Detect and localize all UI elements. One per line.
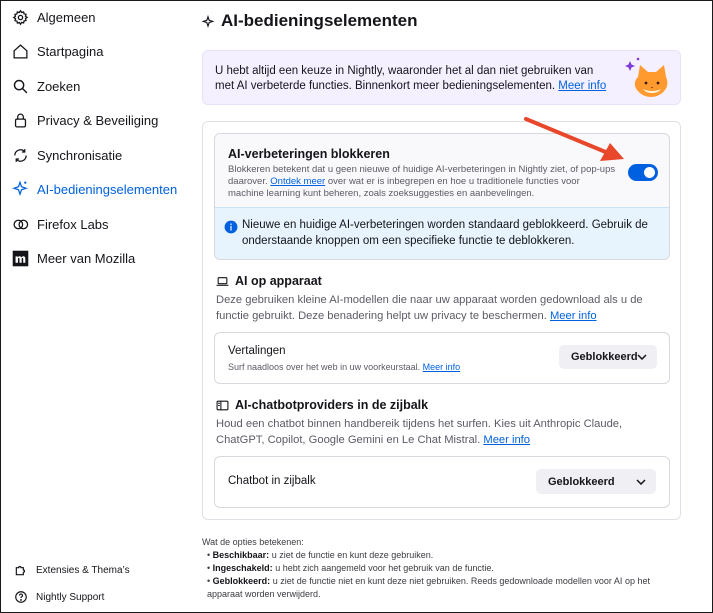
flask-icon [11,215,29,233]
settings-card: AI-verbeteringen blokkeren Blokkeren bet… [202,121,681,520]
fox-mascot-image [624,55,672,103]
section-desc-text: Houd een chatbot binnen handbereik tijde… [216,418,623,446]
legend-item: • Geblokkeerd: u ziet de functie niet en… [207,576,650,599]
translations-sublabel: Surf naadloos over het web in uw voorkeu… [228,362,460,372]
legend-term: Ingeschakeld: [212,563,273,573]
legend-intro: Wat de opties betekenen: [202,537,304,547]
sidebar-footer-label: Nightly Support [36,591,105,603]
sidebar-item-startpagina[interactable]: Startpagina [11,38,104,64]
section-chatbot-description: Houd een chatbot binnen handbereik tijde… [216,416,671,448]
sidebar-item-meer-van-mozilla[interactable]: Meer van Mozilla [11,245,135,271]
sync-icon [11,146,29,164]
legend-item: • Beschikbaar: u ziet de functie en kunt… [207,550,434,560]
sidebar-item-privacy[interactable]: Privacy & Beveiliging [11,107,158,133]
chevron-down-icon [636,478,646,485]
lock-icon [11,111,29,129]
sidebar-footer-label: Extensies & Thema’s [36,564,130,576]
block-ai-toggle[interactable] [628,164,658,181]
select-value: Geblokkeerd [571,351,638,363]
translations-row: Vertalingen Surf naadloos over het web i… [214,332,670,384]
puzzle-icon [14,563,28,577]
banner-message: U hebt altijd een keuze in Nightly, waar… [215,65,594,92]
sidebar-item-ai-bedieningselementen[interactable]: AI-bedieningselementen [11,176,177,202]
section-chatbot-heading: AI-chatbotproviders in de zijbalk [216,398,428,412]
banner-text: U hebt altijd een keuze in Nightly, waar… [215,64,615,94]
sidebar-item-firefox-labs[interactable]: Firefox Labs [11,211,109,237]
gear-icon [11,8,29,26]
chatbot-learn-more-link[interactable]: Meer info [483,434,530,446]
sidebar-item-label: Algemeen [37,9,96,25]
legend-text: u hebt zich aangemeld voor het gebruik v… [275,563,494,573]
sidebar-item-label: Startpagina [37,43,104,59]
device-ai-learn-more-link[interactable]: Meer info [550,310,597,322]
sidebar-item-label: Synchronisatie [37,147,123,163]
sidebar-item-label: Privacy & Beveiliging [37,112,159,128]
options-legend: Wat de opties betekenen: • Beschikbaar: … [202,536,682,601]
laptop-icon [216,275,229,288]
sidebar-item-label: AI-bedieningselementen [37,181,178,197]
sidebar-footer-extensions[interactable]: Extensies & Thema’s [14,563,130,577]
page-title: AI-bedieningselementen [201,11,417,31]
translations-learn-more-link[interactable]: Meer info [423,362,461,372]
block-ai-title: AI-verbeteringen blokkeren [228,147,390,161]
help-icon [14,590,28,604]
block-ai-description: Blokkeren betekent dat u geen nieuwe of … [228,164,618,200]
sidebar-item-label: Meer van Mozilla [37,250,136,266]
legend-term: Geblokkeerd: [212,576,271,586]
sidebar-item-label: Firefox Labs [37,216,109,232]
sidebar: Algemeen Startpagina Zoeken Privacy & Be… [0,0,190,611]
select-value: Geblokkeerd [548,475,615,488]
chatbot-row: Chatbot in zijbalk Geblokkeerd [214,456,670,508]
info-message: Nieuwe en huidige AI-verbeteringen worde… [215,207,669,259]
sparkle-icon [11,180,29,198]
home-icon [11,42,29,60]
sidebar-item-zoeken[interactable]: Zoeken [11,73,80,99]
info-icon [224,220,238,234]
translations-label: Vertalingen [228,345,286,357]
legend-item: • Ingeschakeld: u hebt zich aangemeld vo… [207,563,494,573]
learn-more-link[interactable]: Ontdek meer [270,176,325,187]
translations-select[interactable]: Geblokkeerd [559,345,657,369]
section-device-ai-description: Deze gebruiken kleine AI-modellen die na… [216,292,671,324]
sparkle-icon [201,14,215,28]
sidebar-footer-support[interactable]: Nightly Support [14,590,104,604]
sidebar-item-algemeen[interactable]: Algemeen [11,4,96,30]
info-text: Nieuwe en huidige AI-verbeteringen worde… [242,219,648,247]
search-icon [11,77,29,95]
translations-sub-text: Surf naadloos over het web in uw voorkeu… [228,362,421,372]
chatbot-select[interactable]: Geblokkeerd [536,469,656,494]
legend-text: u ziet de functie niet en kunt deze niet… [207,576,650,599]
mozilla-icon [11,249,29,267]
legend-term: Beschikbaar: [212,550,270,560]
section-device-ai-heading: AI op apparaat [216,274,322,288]
legend-text: u ziet de functie en kunt deze gebruiken… [271,550,434,560]
annotation-arrow-icon [524,117,624,161]
sidebar-item-label: Zoeken [37,78,81,94]
info-banner: U hebt altijd een keuze in Nightly, waar… [202,50,681,105]
toggle-knob [644,167,655,178]
page-title-text: AI-bedieningselementen [221,11,418,30]
section-title: AI op apparaat [235,274,322,288]
banner-learn-more-link[interactable]: Meer info [558,80,606,92]
sidebar-item-synchronisatie[interactable]: Synchronisatie [11,142,122,168]
sidebar-panel-icon [216,399,229,412]
chatbot-label: Chatbot in zijbalk [228,475,316,487]
section-title: AI-chatbotproviders in de zijbalk [235,398,429,412]
chevron-down-icon [637,354,647,360]
